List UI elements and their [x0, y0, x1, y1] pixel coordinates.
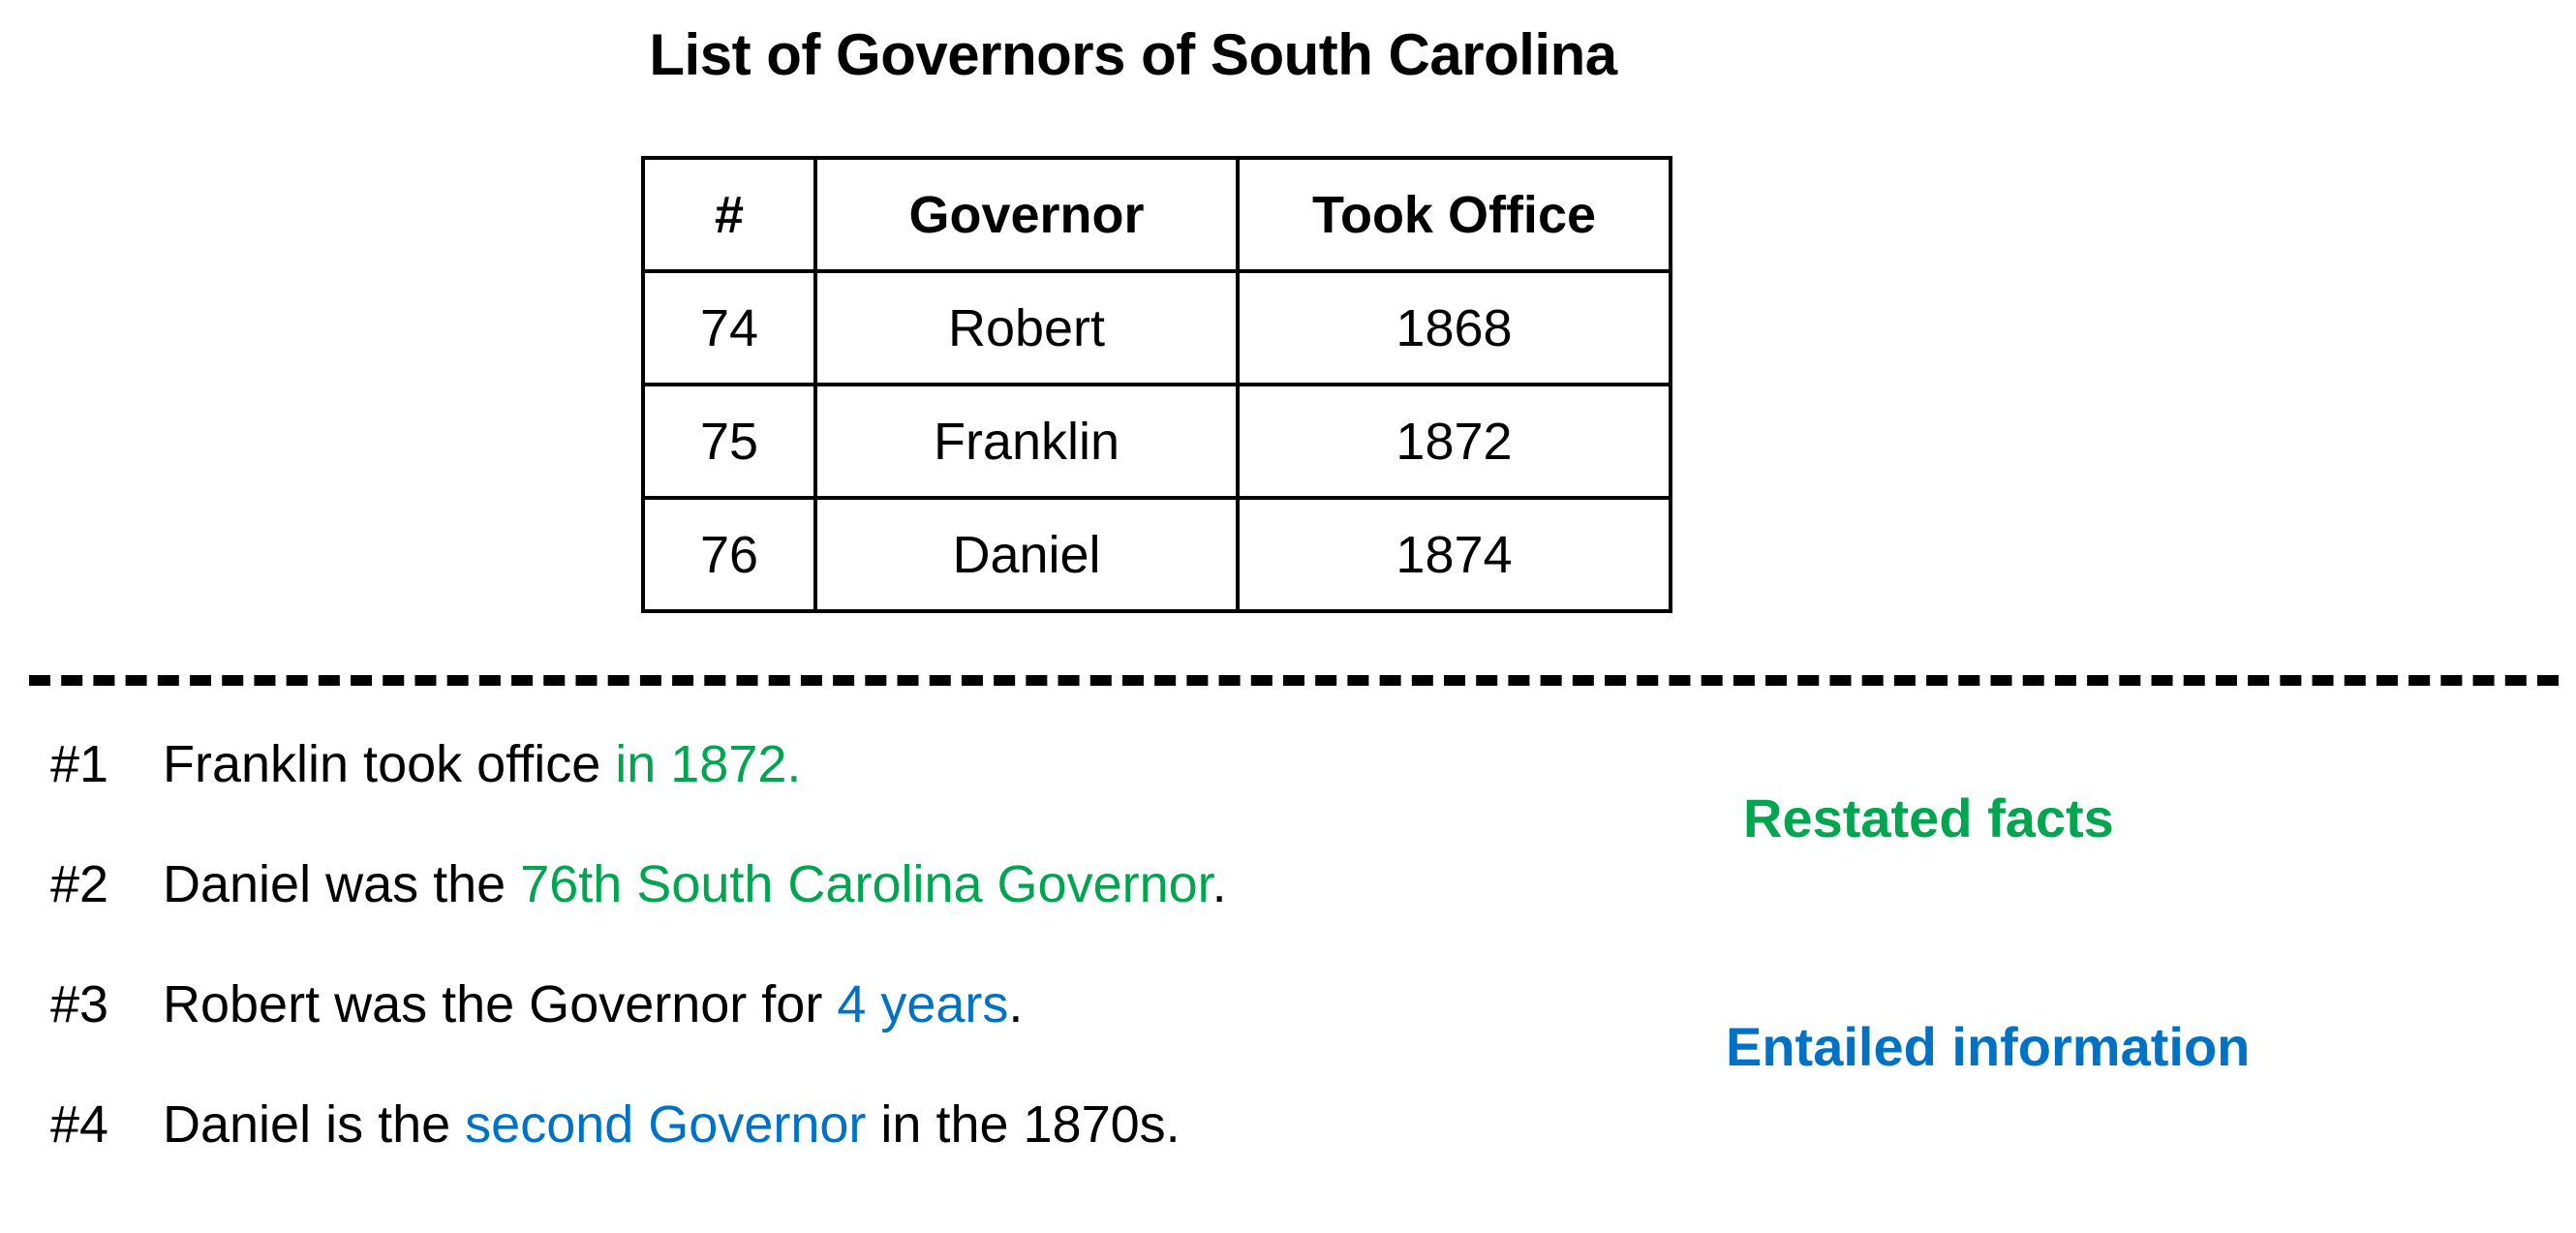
statement-index: #1 — [50, 735, 109, 793]
page-root: List of Governors of South Carolina # Go… — [0, 0, 2576, 1233]
statement-index: #3 — [50, 975, 109, 1033]
statement-text: Daniel is the second Governor in the 187… — [163, 1094, 1181, 1155]
statement-highlight-entailed: second Governor — [465, 1095, 867, 1154]
statement-text-after: . — [1211, 855, 1227, 913]
statement-text: Daniel was the 76th South Carolina Gover… — [163, 854, 1227, 914]
statement-highlight-restated: 76th South Carolina Governor — [520, 855, 1212, 913]
table-header: # Governor Took Office — [641, 156, 1672, 273]
cell-took-office: 1868 — [1236, 269, 1672, 386]
statement-index: #2 — [50, 855, 109, 913]
statement-index: #4 — [50, 1095, 109, 1154]
statement-highlight-restated: in 1872. — [615, 735, 802, 793]
column-header-number: # — [641, 156, 817, 273]
statement-text: Franklin took office in 1872. — [163, 734, 801, 794]
legend-restated-facts: Restated facts — [1743, 787, 2114, 848]
governors-table: # Governor Took Office 74 Robert 1868 75… — [641, 156, 1672, 613]
dashed-divider — [29, 675, 2559, 686]
cell-took-office: 1874 — [1236, 496, 1672, 613]
cell-number: 75 — [641, 383, 817, 500]
page-title: List of Governors of South Carolina — [649, 22, 1617, 87]
legend-entailed-information: Entailed information — [1726, 1016, 2251, 1077]
table-row: 74 Robert 1868 — [641, 269, 1672, 386]
column-header-governor: Governor — [813, 156, 1240, 273]
statement-text: Robert was the Governor for 4 years. — [163, 974, 1023, 1034]
cell-governor: Franklin — [813, 383, 1240, 500]
cell-number: 76 — [641, 496, 817, 613]
table-row: 75 Franklin 1872 — [641, 383, 1672, 500]
list-item: #4 Daniel is the second Governor in the … — [50, 1094, 1697, 1215]
cell-governor: Robert — [813, 269, 1240, 386]
table-body: 74 Robert 1868 75 Franklin 1872 76 Danie… — [641, 269, 1672, 613]
statement-text-after: . — [1008, 975, 1024, 1033]
column-header-took-office: Took Office — [1236, 156, 1672, 273]
statement-text-before: Robert was the Governor for — [163, 975, 838, 1033]
statement-text-before: Franklin took office — [163, 735, 616, 793]
statement-text-before: Daniel was the — [163, 855, 521, 913]
list-item: #3 Robert was the Governor for 4 years. — [50, 974, 1697, 1094]
cell-governor: Daniel — [813, 496, 1240, 613]
cell-took-office: 1872 — [1236, 383, 1672, 500]
list-item: #1 Franklin took office in 1872. — [50, 734, 1697, 854]
cell-number: 74 — [641, 269, 817, 386]
table-row: 76 Daniel 1874 — [641, 496, 1672, 613]
list-item: #2 Daniel was the 76th South Carolina Go… — [50, 854, 1697, 974]
statement-text-before: Daniel is the — [163, 1095, 466, 1154]
statements-list: #1 Franklin took office in 1872. #2 Dani… — [50, 734, 1697, 1215]
table-header-row: # Governor Took Office — [641, 156, 1672, 273]
statement-highlight-entailed: 4 years — [837, 975, 1009, 1033]
statement-text-after: in the 1870s. — [866, 1095, 1181, 1154]
